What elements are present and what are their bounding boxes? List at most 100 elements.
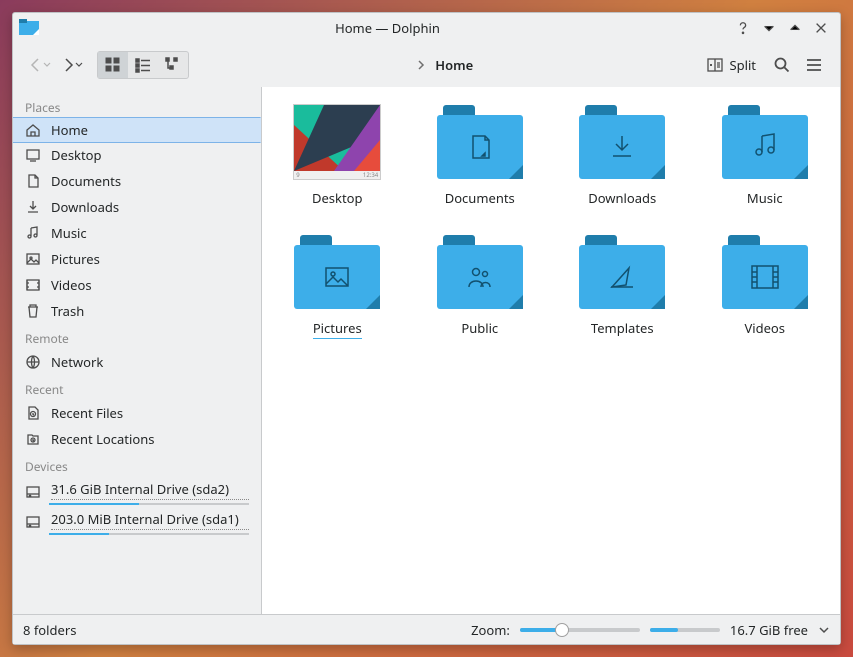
- item-name: Downloads: [588, 189, 656, 207]
- folder-icon: [294, 235, 380, 309]
- back-button[interactable]: [25, 51, 53, 79]
- folder-item-pictures[interactable]: Pictures: [266, 235, 409, 337]
- chevron-down-icon[interactable]: [818, 624, 830, 636]
- window-title: Home — Dolphin: [45, 19, 730, 37]
- folder-icon: [579, 105, 665, 179]
- sidebar-item-label: 203.0 MiB Internal Drive (sda1): [51, 510, 249, 530]
- folder-icon: [579, 235, 665, 309]
- desktop-thumbnail: 912:34: [294, 105, 380, 179]
- folder-icon: [437, 105, 523, 179]
- folder-icon: [722, 105, 808, 179]
- usage-bar: [49, 533, 249, 535]
- folder-item-downloads[interactable]: Downloads: [551, 105, 694, 207]
- zoom-label: Zoom:: [471, 621, 510, 639]
- status-summary: 8 folders: [23, 621, 76, 639]
- item-name: Public: [461, 319, 498, 337]
- drive-icon: [25, 484, 41, 500]
- sidebar-item-downloads[interactable]: Downloads: [13, 194, 261, 220]
- search-button[interactable]: [768, 51, 796, 79]
- body: Places Home Desktop Documents Downloads Musi…: [13, 87, 840, 614]
- sidebar-item-home[interactable]: Home: [13, 117, 261, 143]
- titlebar: Home — Dolphin: [13, 13, 840, 43]
- split-label: Split: [729, 56, 756, 74]
- folder-item-desktop[interactable]: 912:34 Desktop: [266, 105, 409, 207]
- sidebar-item-label: Documents: [51, 172, 249, 190]
- zoom-control: Zoom: 16.7 GiB free: [471, 621, 830, 639]
- sidebar-item-recent-locations[interactable]: Recent Locations: [13, 426, 261, 452]
- sidebar-item-desktop[interactable]: Desktop: [13, 142, 261, 168]
- sidebar-item-203-0-mib-internal-drive-sda1-[interactable]: 203.0 MiB Internal Drive (sda1): [13, 507, 261, 537]
- free-space-text: 16.7 GiB free: [730, 621, 808, 639]
- home-icon: [25, 122, 41, 138]
- network-icon: [25, 354, 41, 370]
- sidebar-item-label: Downloads: [51, 198, 249, 216]
- item-name: Music: [747, 189, 783, 207]
- status-bar: 8 folders Zoom: 16.7 GiB free: [13, 614, 840, 644]
- folder-item-templates[interactable]: Templates: [551, 235, 694, 337]
- toolbar: Home Split: [13, 43, 840, 87]
- sidebar-item-recent-files[interactable]: Recent Files: [13, 400, 261, 426]
- item-name: Videos: [744, 319, 785, 337]
- music-icon: [25, 225, 41, 241]
- split-button[interactable]: Split: [699, 51, 764, 79]
- item-name: Desktop: [312, 189, 363, 207]
- dolphin-window: Home — Dolphin Home Split Places: [12, 12, 841, 645]
- sidebar-item-label: Recent Files: [51, 404, 249, 422]
- sidebar-item-label: Trash: [51, 302, 249, 320]
- menu-button[interactable]: [800, 51, 828, 79]
- item-name: Pictures: [313, 319, 362, 337]
- sidebar-item-label: 31.6 GiB Internal Drive (sda2): [51, 480, 249, 500]
- picture-icon: [25, 251, 41, 267]
- zoom-slider[interactable]: [520, 628, 640, 632]
- item-name: Documents: [445, 189, 515, 207]
- video-icon: [25, 277, 41, 293]
- section-places: Places: [13, 93, 261, 118]
- desktop-icon: [25, 147, 41, 163]
- sidebar-item-trash[interactable]: Trash: [13, 298, 261, 324]
- view-mode-group: [97, 51, 189, 79]
- recent-files-icon: [25, 405, 41, 421]
- compact-view-button[interactable]: [128, 52, 158, 78]
- download-icon: [25, 199, 41, 215]
- minimize-button[interactable]: [756, 15, 782, 41]
- app-icon: [19, 18, 39, 38]
- maximize-button[interactable]: [782, 15, 808, 41]
- recent-locations-icon: [25, 431, 41, 447]
- icons-view-button[interactable]: [98, 52, 128, 78]
- folder-item-music[interactable]: Music: [694, 105, 837, 207]
- drive-icon: [25, 514, 41, 530]
- search-icon: [773, 56, 791, 74]
- folder-item-videos[interactable]: Videos: [694, 235, 837, 337]
- document-icon: [25, 173, 41, 189]
- folder-icon: [722, 235, 808, 309]
- section-recent: Recent: [13, 375, 261, 400]
- chevron-right-icon: [415, 59, 427, 71]
- folder-item-documents[interactable]: Documents: [409, 105, 552, 207]
- forward-button[interactable]: [57, 51, 85, 79]
- sidebar-item-31-6-gib-internal-drive-sda2-[interactable]: 31.6 GiB Internal Drive (sda2): [13, 477, 261, 507]
- sidebar-item-label: Desktop: [51, 146, 249, 164]
- folder-item-public[interactable]: Public: [409, 235, 552, 337]
- sidebar-item-label: Recent Locations: [51, 430, 249, 448]
- item-name: Templates: [591, 319, 654, 337]
- breadcrumb[interactable]: Home: [415, 56, 473, 74]
- split-icon: [707, 57, 723, 73]
- hamburger-icon: [805, 56, 823, 74]
- help-button[interactable]: [730, 15, 756, 41]
- sidebar-item-music[interactable]: Music: [13, 220, 261, 246]
- details-view-button[interactable]: [158, 52, 188, 78]
- places-panel: Places Home Desktop Documents Downloads Musi…: [13, 87, 262, 614]
- section-devices: Devices: [13, 452, 261, 477]
- sidebar-item-label: Music: [51, 224, 249, 242]
- folder-icon: [437, 235, 523, 309]
- sidebar-item-pictures[interactable]: Pictures: [13, 246, 261, 272]
- sidebar-item-documents[interactable]: Documents: [13, 168, 261, 194]
- sidebar-item-network[interactable]: Network: [13, 349, 261, 375]
- folder-view[interactable]: 912:34 Desktop Documents Downloads Music Pic…: [262, 87, 840, 614]
- usage-bar: [49, 503, 249, 505]
- sidebar-item-videos[interactable]: Videos: [13, 272, 261, 298]
- free-space-bar: [650, 628, 720, 632]
- sidebar-item-label: Network: [51, 353, 249, 371]
- close-button[interactable]: [808, 15, 834, 41]
- breadcrumb-current: Home: [435, 56, 473, 74]
